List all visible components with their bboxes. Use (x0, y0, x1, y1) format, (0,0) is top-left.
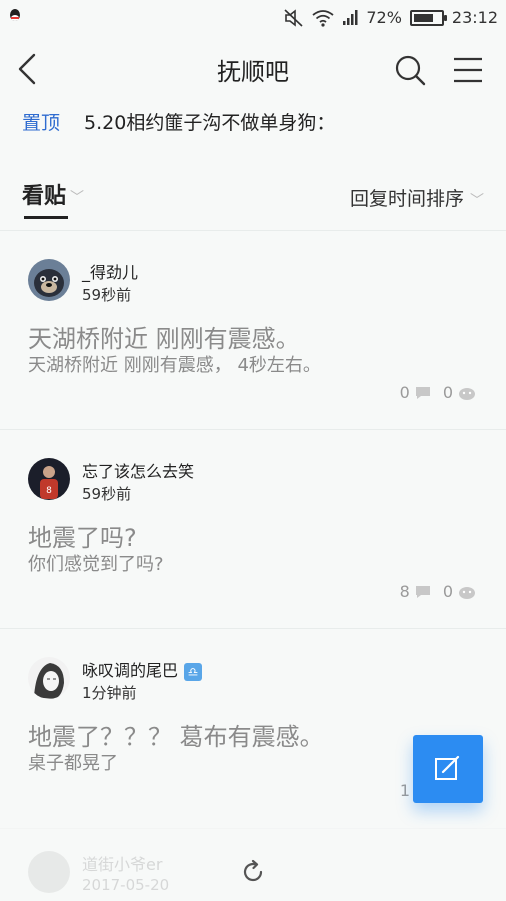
post-time: 59秒前 (82, 485, 132, 503)
like-count-value: 0 (442, 582, 453, 601)
refresh-icon[interactable] (240, 859, 266, 885)
comment-icon (415, 585, 430, 598)
tab-view-posts[interactable]: 看贴 ﹀ (22, 178, 84, 210)
sort-dropdown[interactable]: 回复时间排序 ﹀ (350, 184, 484, 211)
mute-icon (284, 8, 303, 27)
chevron-down-icon: ﹀ (470, 193, 484, 209)
post-title: 天湖桥附近 刚刚有震感。 (28, 325, 300, 353)
avatar[interactable] (28, 259, 70, 301)
post-stats: 8 0 (400, 582, 476, 601)
like-count[interactable]: 0 (443, 383, 476, 402)
post-title: 地震了？？？ 葛布有震感。 (28, 723, 324, 751)
avatar[interactable]: 8 (28, 458, 70, 500)
comment-count-value: 8 (399, 582, 410, 601)
chevron-down-icon: ﹀ (70, 190, 85, 206)
post-body: 桌子都晃了 (28, 753, 118, 774)
pinned-post[interactable]: 置顶 5.20相约篚子沟不做单身狗： (0, 104, 506, 138)
post-body: 天湖桥附近 刚刚有震感， 4秒左右。 (28, 355, 321, 376)
pinned-title: 5.20相约篚子沟不做单身狗： (84, 111, 336, 134)
compose-button[interactable] (413, 735, 483, 803)
page-title: 抚顺吧 (217, 58, 289, 86)
like-icon (459, 586, 475, 599)
post-username[interactable]: 咏叹调的尾巴 ♎ (82, 657, 203, 681)
nav-bar: 抚顺吧 (0, 38, 506, 102)
wifi-icon (312, 9, 334, 27)
avatar[interactable] (28, 657, 70, 699)
post-item[interactable]: 8 忘了该怎么去笑 59秒前 地震了吗? 你们感觉到了吗? 8 0 (0, 429, 506, 628)
post-username[interactable]: 忘了该怎么去笑 (82, 458, 194, 482)
comment-icon (415, 386, 430, 399)
tab-view-posts-label: 看贴 (22, 184, 67, 209)
tab-underline (24, 216, 68, 219)
sort-label: 回复时间排序 (349, 188, 464, 210)
comment-count[interactable]: 0 (400, 383, 431, 402)
status-bar: 72% 23:12 (0, 0, 506, 36)
avatar[interactable] (28, 851, 70, 893)
menu-icon[interactable] (452, 56, 484, 84)
comment-count-value: 0 (399, 383, 410, 402)
post-body: 你们感觉到了吗? (28, 554, 164, 575)
comment-count[interactable]: 8 (400, 582, 431, 601)
like-count-value: 0 (442, 383, 453, 402)
comment-count[interactable]: 1 (400, 781, 410, 800)
post-title: 地震了吗? (28, 524, 137, 552)
edit-icon (435, 755, 460, 780)
pinned-tag: 置顶 (22, 111, 61, 134)
post-username[interactable]: 道街小爷er (82, 851, 162, 875)
post-item[interactable]: _得劲儿 59秒前 天湖桥附近 刚刚有震感。 天湖桥附近 刚刚有震感， 4秒左右… (0, 230, 506, 429)
post-username-text: 咏叹调的尾巴 (82, 661, 179, 680)
like-count[interactable]: 0 (443, 582, 476, 601)
signal-icon (343, 9, 358, 25)
post-time: 1分钟前 (82, 684, 137, 702)
post-username[interactable]: _得劲儿 (82, 259, 138, 283)
clock: 23:12 (451, 8, 498, 27)
libra-badge-icon: ♎ (184, 662, 203, 681)
comment-count-value: 1 (399, 781, 410, 800)
battery-icon (409, 9, 447, 26)
post-time: 2017-05-20 (82, 876, 170, 894)
tab-bar: 看贴 ﹀ 回复时间排序 ﹀ (0, 172, 506, 222)
svg-text:8: 8 (46, 486, 52, 496)
battery-percent: 72% (366, 8, 402, 27)
post-stats: 1 (400, 781, 410, 800)
post-stats: 0 0 (400, 383, 476, 402)
qq-icon (10, 9, 20, 21)
post-time: 59秒前 (82, 286, 132, 304)
like-icon (459, 387, 475, 400)
search-icon[interactable] (394, 54, 426, 86)
